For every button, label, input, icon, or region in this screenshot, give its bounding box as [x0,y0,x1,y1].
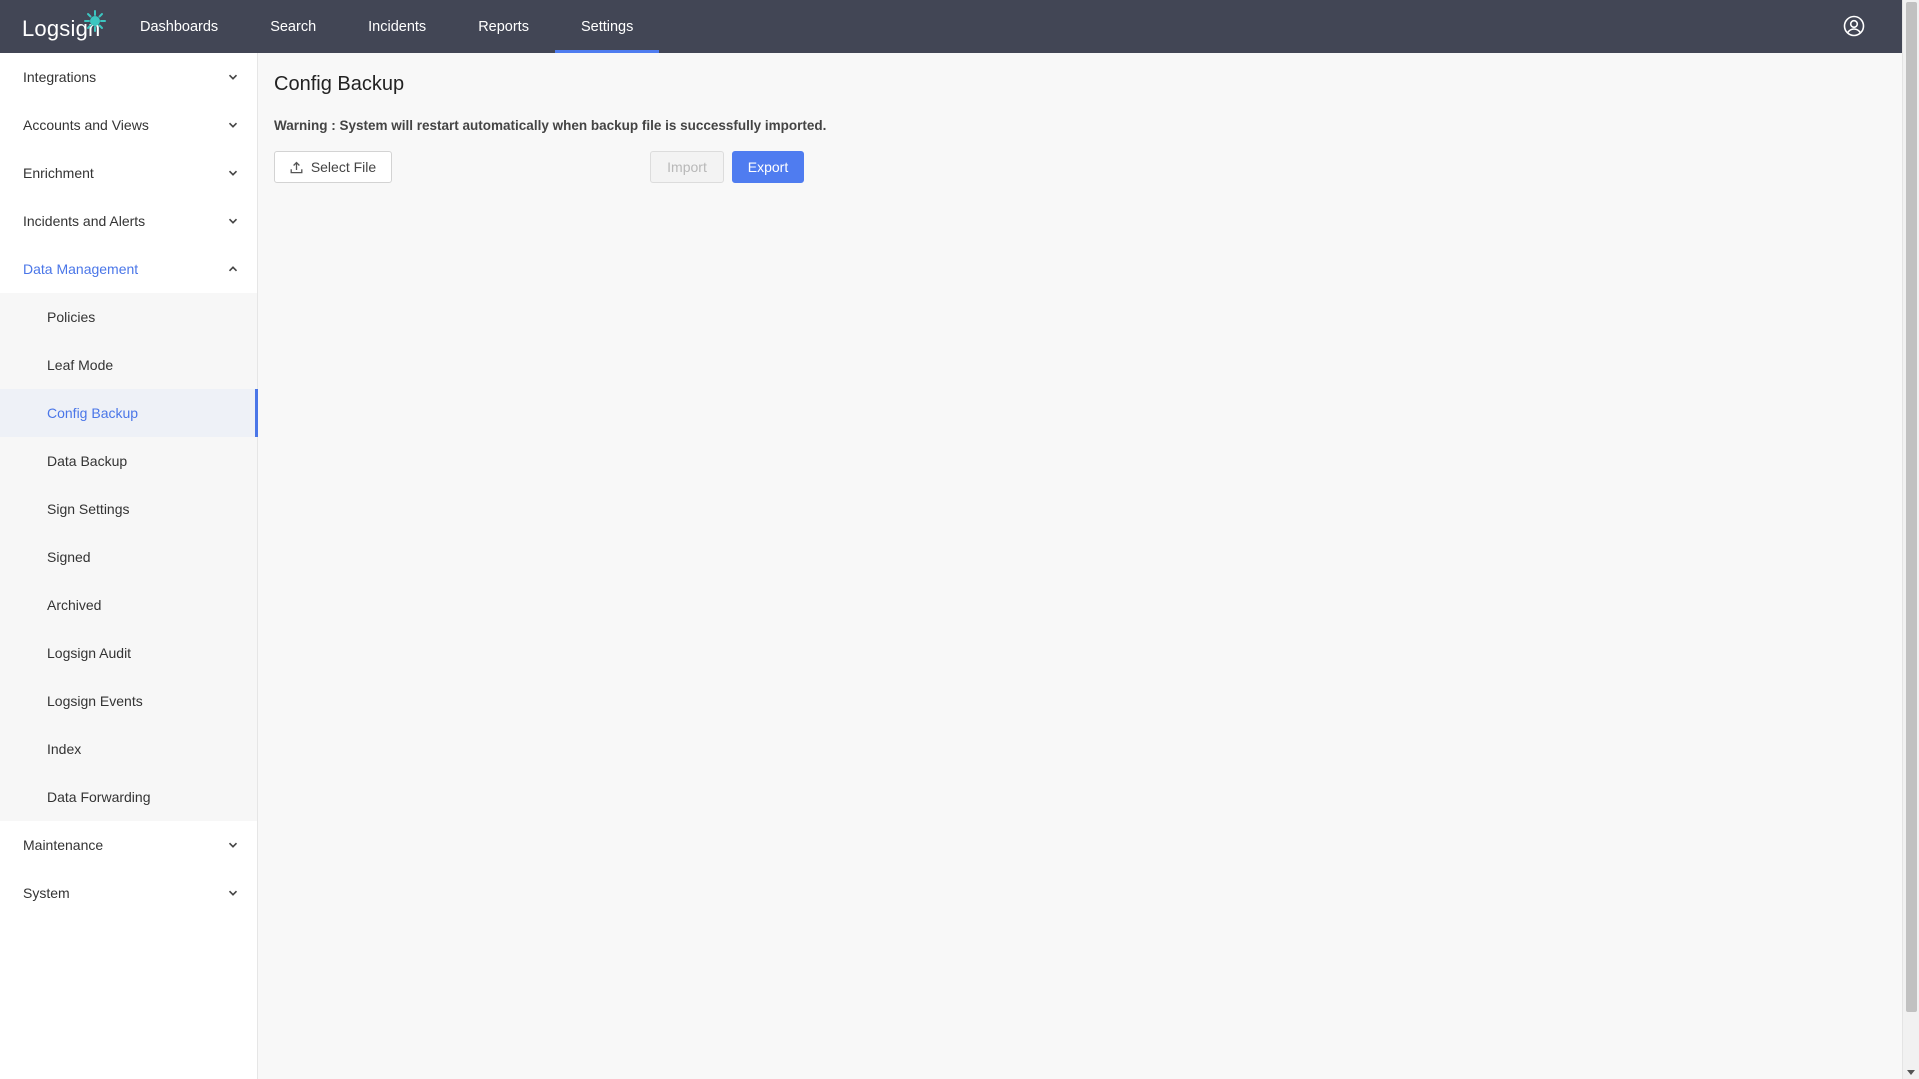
nav-dashboards[interactable]: Dashboards [114,0,244,53]
sidebar-section-label: Enrichment [23,165,94,181]
sidebar-section-enrichment[interactable]: Enrichment [0,149,257,197]
data-management-submenu: Policies Leaf Mode Config Backup Data Ba… [0,293,258,821]
select-file-label: Select File [310,159,377,175]
page-scrollbar[interactable] [1902,0,1919,1079]
sidebar-item-sign-settings[interactable]: Sign Settings [0,485,257,533]
user-account-icon[interactable] [1842,14,1866,38]
sidebar-section-maintenance[interactable]: Maintenance [0,821,257,869]
scroll-down-arrow-icon[interactable] [1907,1070,1915,1075]
sidebar-section-integrations[interactable]: Integrations [0,53,257,101]
sidebar-section-label: Incidents and Alerts [23,213,146,229]
chevron-down-icon [228,122,238,128]
chevron-down-icon [228,842,238,848]
nav-reports[interactable]: Reports [452,0,555,53]
main-nav: Dashboards Search Incidents Reports Sett… [114,0,660,53]
sidebar-item-index[interactable]: Index [0,725,257,773]
sidebar-item-data-backup[interactable]: Data Backup [0,437,257,485]
sidebar-item-leaf-mode[interactable]: Leaf Mode [0,341,257,389]
sidebar-item-signed[interactable]: Signed [0,533,257,581]
sidebar-section-label: Maintenance [23,837,104,853]
sidebar-item-config-backup[interactable]: Config Backup [0,389,258,437]
logo-mark-icon [84,10,106,32]
sidebar-item-policies[interactable]: Policies [0,293,257,341]
sidebar-section-label: Integrations [23,69,97,85]
chevron-down-icon [228,170,238,176]
page-title: Config Backup [274,73,405,95]
select-file-button[interactable]: Select File [274,151,392,183]
logsign-logo[interactable]: Logsign [22,10,106,42]
sidebar-section-label: System [23,885,70,901]
export-button[interactable]: Export [732,151,804,183]
nav-search[interactable]: Search [244,0,342,53]
chevron-down-icon [228,74,238,80]
sidebar-section-incidents-and-alerts[interactable]: Incidents and Alerts [0,197,257,245]
import-button[interactable]: Import [650,151,724,183]
sidebar-section-system[interactable]: System [0,869,257,917]
sidebar-item-archived[interactable]: Archived [0,581,257,629]
sidebar-item-logsign-events[interactable]: Logsign Events [0,677,257,725]
sidebar-item-data-forwarding[interactable]: Data Forwarding [0,773,257,821]
sidebar-section-label: Data Management [23,261,139,277]
scrollbar-thumb[interactable] [1906,2,1917,1012]
top-navigation-bar: Logsign Dashboards Search Incidents Repo… [0,0,1902,53]
restart-warning-text: Warning : System will restart automatica… [274,118,827,133]
chevron-up-icon [228,266,238,272]
chevron-down-icon [228,218,238,224]
sidebar-section-accounts-and-views[interactable]: Accounts and Views [0,101,257,149]
sidebar-section-data-management[interactable]: Data Management [0,245,257,293]
upload-icon [290,161,303,173]
settings-sidebar: Integrations Accounts and Views Enrichme… [0,53,258,1079]
nav-incidents[interactable]: Incidents [342,0,452,53]
chevron-down-icon [228,890,238,896]
sidebar-item-logsign-audit[interactable]: Logsign Audit [0,629,257,677]
nav-settings[interactable]: Settings [554,0,660,53]
sidebar-section-label: Accounts and Views [23,117,149,133]
